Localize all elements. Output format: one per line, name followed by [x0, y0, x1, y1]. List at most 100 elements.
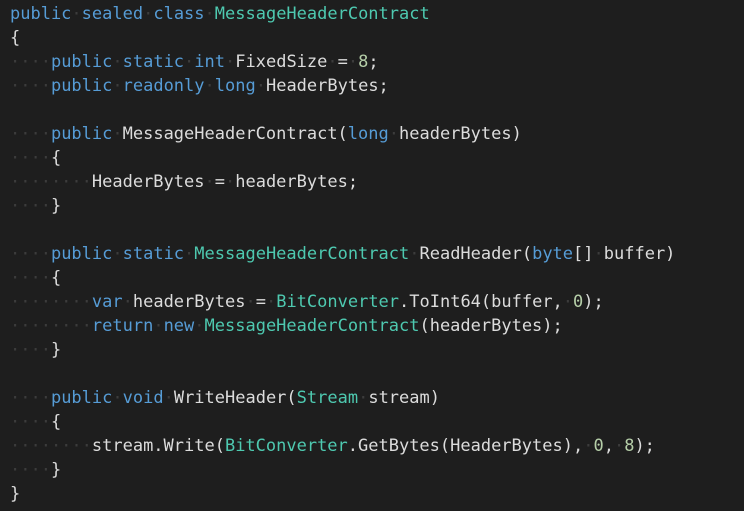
code-token: .ToInt64(buffer,	[399, 292, 563, 312]
whitespace-marker: ·	[184, 52, 195, 72]
indent-whitespace: ····	[10, 52, 51, 72]
indent-whitespace: ····	[10, 124, 51, 144]
code-token: long	[347, 124, 389, 144]
indent-whitespace: ····	[10, 340, 51, 360]
code-token: public	[50, 124, 113, 144]
whitespace-marker: ·	[112, 76, 123, 96]
whitespace-marker: ·	[112, 124, 123, 144]
code-token: headerBytes;	[235, 172, 359, 192]
indent-whitespace: ····	[10, 148, 51, 168]
code-token: BitConverter	[224, 436, 348, 456]
whitespace-marker: ·	[163, 388, 174, 408]
whitespace-marker: ·	[122, 292, 133, 312]
code-token: readonly	[122, 76, 205, 96]
indent-whitespace: ········	[10, 172, 92, 192]
code-token: public	[50, 388, 113, 408]
whitespace-marker: ·	[388, 124, 399, 144]
code-line[interactable]: }	[0, 482, 744, 506]
code-line[interactable]: ········HeaderBytes·=·headerBytes;	[0, 170, 744, 194]
code-token: var	[91, 292, 123, 312]
code-token: stream)	[368, 388, 440, 408]
whitespace-marker: ·	[224, 172, 236, 192]
code-token: public	[50, 76, 113, 96]
code-token: }	[50, 460, 62, 480]
whitespace-marker: ·	[194, 316, 205, 336]
whitespace-marker: ·	[204, 172, 215, 192]
code-token: return	[91, 316, 154, 336]
code-line[interactable]	[0, 98, 744, 122]
whitespace-marker: ·	[327, 52, 338, 72]
code-line[interactable]: public·sealed·class·MessageHeaderContrac…	[0, 2, 744, 26]
code-token: headerBytes	[132, 292, 246, 312]
code-token: (headerBytes);	[419, 316, 563, 336]
code-token: public	[50, 244, 113, 264]
code-token: MessageHeaderContract	[214, 4, 430, 24]
code-token: public	[10, 4, 72, 24]
code-line[interactable]: ····}	[0, 194, 744, 218]
code-token: FixedSize	[235, 52, 328, 72]
code-line[interactable]: ····}	[0, 338, 744, 362]
whitespace-marker: ·	[347, 52, 359, 72]
indent-whitespace: ····	[10, 196, 51, 216]
whitespace-marker: ·	[71, 4, 82, 24]
code-token: MessageHeaderContract	[194, 244, 410, 264]
code-line[interactable]: ····{	[0, 410, 744, 434]
whitespace-marker: ·	[225, 52, 236, 72]
code-token: 0	[593, 436, 604, 456]
code-line[interactable]: ····{	[0, 266, 744, 290]
code-token: public	[50, 52, 113, 72]
code-line[interactable]: ········return·new·MessageHeaderContract…	[0, 314, 744, 338]
code-line[interactable]	[0, 218, 744, 242]
code-token: 0	[573, 292, 584, 312]
code-token: =	[255, 292, 266, 312]
whitespace-marker: ·	[409, 244, 420, 264]
code-token: {	[50, 412, 62, 432]
code-line[interactable]: ····}	[0, 458, 744, 482]
indent-whitespace: ····	[10, 388, 51, 408]
indent-whitespace: ····	[10, 412, 51, 432]
code-token: =	[337, 52, 348, 72]
code-line[interactable]: ········var·headerBytes·=·BitConverter.T…	[0, 290, 744, 314]
code-editor[interactable]: public·sealed·class·MessageHeaderContrac…	[0, 0, 744, 511]
code-line[interactable]: ····public·void·WriteHeader(Stream·strea…	[0, 386, 744, 410]
code-token: ReadHeader(	[419, 244, 533, 264]
code-token: []	[573, 244, 594, 264]
whitespace-marker: ·	[245, 292, 256, 312]
code-token: );	[634, 436, 655, 456]
code-line[interactable]	[0, 362, 744, 386]
whitespace-marker: ·	[255, 76, 266, 96]
code-token: buffer)	[603, 244, 676, 264]
code-token: ;	[368, 52, 379, 72]
code-line[interactable]: ····public·readonly·long·HeaderBytes;	[0, 74, 744, 98]
indent-whitespace: ····	[10, 76, 51, 96]
code-token: HeaderBytes;	[265, 76, 389, 96]
indent-whitespace: ····	[10, 244, 51, 264]
code-token: class	[153, 4, 205, 24]
code-token: Stream	[296, 388, 359, 408]
code-line[interactable]: ····public·static·int·FixedSize·=·8;	[0, 50, 744, 74]
whitespace-marker: ·	[593, 244, 604, 264]
code-token: 8	[358, 52, 369, 72]
code-line[interactable]: ····public·MessageHeaderContract(long·he…	[0, 122, 744, 146]
indent-whitespace: ····	[10, 460, 51, 480]
whitespace-marker: ·	[204, 76, 215, 96]
code-line[interactable]: {	[0, 26, 744, 50]
code-line[interactable]: ········stream.Write(BitConverter.GetByt…	[0, 434, 744, 458]
code-line[interactable]: ····public·static·MessageHeaderContract·…	[0, 242, 744, 266]
code-token: int	[194, 52, 226, 72]
whitespace-marker: ·	[583, 436, 594, 456]
indent-whitespace: ········	[10, 316, 92, 336]
whitespace-marker: ·	[204, 4, 215, 24]
code-token: 8	[624, 436, 635, 456]
whitespace-marker: ·	[153, 316, 164, 336]
code-token: headerBytes)	[399, 124, 522, 144]
code-token: ,	[603, 436, 614, 456]
code-token: {	[10, 28, 21, 48]
code-token: stream.Write(	[91, 436, 225, 456]
code-line[interactable]: ····{	[0, 146, 744, 170]
code-token: BitConverter	[276, 292, 400, 312]
code-token: MessageHeaderContract(	[122, 124, 348, 144]
code-token: HeaderBytes	[91, 172, 205, 192]
code-token: static	[122, 244, 185, 264]
whitespace-marker: ·	[112, 52, 123, 72]
